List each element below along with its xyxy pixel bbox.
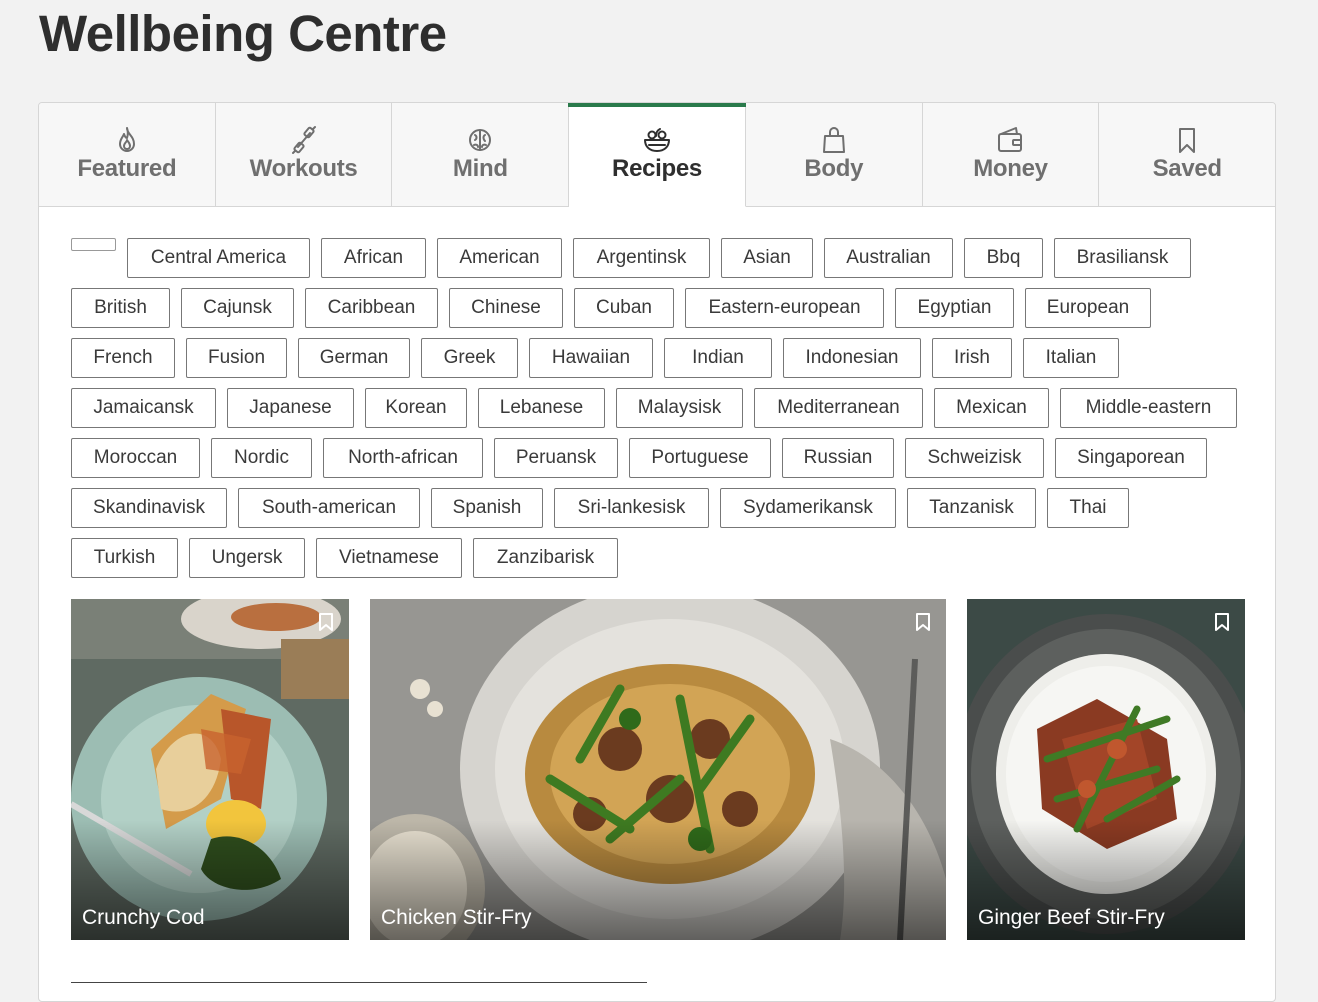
wellbeing-panel: Featured Workouts Mind Recipes Body Mone…	[38, 102, 1276, 1002]
cuisine-chip[interactable]: African	[321, 238, 426, 278]
chip-row: Moroccan Nordic North-african Peruansk P…	[71, 438, 1261, 478]
cuisine-chip[interactable]: Jamaicansk	[71, 388, 216, 428]
cuisine-chip[interactable]: Skandinavisk	[71, 488, 227, 528]
page-title: Wellbeing Centre	[39, 5, 447, 62]
tab-label: Workouts	[249, 155, 358, 182]
tab-label: Mind	[452, 155, 508, 182]
cuisine-filter-list: Central America African American Argenti…	[71, 238, 1261, 588]
tab-label: Body	[804, 155, 864, 182]
cuisine-chip[interactable]: Thai	[1047, 488, 1129, 528]
cuisine-chip[interactable]: Nordic	[211, 438, 312, 478]
brain-icon	[469, 129, 492, 151]
cuisine-chip[interactable]: Korean	[365, 388, 467, 428]
cuisine-chip[interactable]: Singaporean	[1055, 438, 1207, 478]
cuisine-chip[interactable]: Caribbean	[305, 288, 438, 328]
tab-money[interactable]: Money	[922, 103, 1100, 207]
cuisine-chip[interactable]: Portuguese	[629, 438, 771, 478]
shopping-bag-icon	[822, 127, 845, 153]
recipe-title: Chicken Stir-Fry	[381, 906, 532, 929]
bookmark-icon[interactable]	[1213, 612, 1231, 632]
recipe-card-crunchy-cod[interactable]: Crunchy Cod	[71, 599, 349, 940]
cuisine-chip[interactable]: Malaysisk	[616, 388, 743, 428]
cuisine-chip[interactable]: Middle-eastern	[1060, 388, 1237, 428]
cuisine-chip[interactable]: North-african	[323, 438, 483, 478]
cuisine-chip[interactable]: Peruansk	[494, 438, 618, 478]
section-divider	[71, 982, 647, 983]
tab-label: Saved	[1152, 155, 1223, 182]
recipe-title: Crunchy Cod	[82, 906, 205, 929]
cuisine-chip[interactable]: Fusion	[186, 338, 287, 378]
cuisine-chip[interactable]: Central America	[127, 238, 310, 278]
chip-row: Skandinavisk South-american Spanish Sri-…	[71, 488, 1261, 528]
cuisine-chip-blank[interactable]	[71, 238, 116, 251]
tab-recipes[interactable]: Recipes	[568, 103, 746, 207]
bookmark-icon[interactable]	[317, 612, 335, 632]
tab-bar: Featured Workouts Mind Recipes Body Mone…	[39, 103, 1275, 207]
tab-featured[interactable]: Featured	[39, 103, 216, 207]
cuisine-chip[interactable]: Lebanese	[478, 388, 605, 428]
cuisine-chip[interactable]: South-american	[238, 488, 420, 528]
cuisine-chip[interactable]: Argentinsk	[573, 238, 710, 278]
cuisine-chip[interactable]: Eastern-european	[685, 288, 884, 328]
tab-body[interactable]: Body	[745, 103, 923, 207]
bookmark-icon	[1179, 128, 1196, 153]
cuisine-chip[interactable]: Japanese	[227, 388, 354, 428]
tab-workouts[interactable]: Workouts	[215, 103, 393, 207]
tab-label: Money	[973, 155, 1048, 182]
cuisine-chip[interactable]: Indonesian	[783, 338, 921, 378]
cuisine-chip[interactable]: Egyptian	[895, 288, 1014, 328]
tab-label: Recipes	[612, 155, 702, 182]
cuisine-chip[interactable]: American	[437, 238, 562, 278]
tab-saved[interactable]: Saved	[1099, 103, 1275, 207]
cuisine-chip[interactable]: Irish	[932, 338, 1012, 378]
chip-row: British Cajunsk Caribbean Chinese Cuban …	[71, 288, 1261, 328]
cuisine-chip[interactable]: Cajunsk	[181, 288, 294, 328]
cuisine-chip[interactable]: Schweizisk	[905, 438, 1044, 478]
cuisine-chip[interactable]: Cuban	[574, 288, 674, 328]
recipe-card-list: Crunchy Cod Chicken Stir-Fry Ginger Beef…	[71, 599, 1247, 940]
cuisine-chip[interactable]: Chinese	[449, 288, 563, 328]
cuisine-chip[interactable]: Moroccan	[71, 438, 200, 478]
cuisine-chip[interactable]: Ungersk	[189, 538, 305, 578]
cuisine-chip[interactable]: Greek	[421, 338, 518, 378]
cuisine-chip[interactable]: Bbq	[964, 238, 1043, 278]
recipe-card-ginger-beef-stir-fry[interactable]: Ginger Beef Stir-Fry	[967, 599, 1245, 940]
cuisine-chip[interactable]: Zanzibarisk	[473, 538, 618, 578]
cuisine-chip[interactable]: Indian	[664, 338, 772, 378]
chip-row: French Fusion German Greek Hawaiian Indi…	[71, 338, 1261, 378]
recipe-title: Ginger Beef Stir-Fry	[978, 906, 1165, 929]
recipe-card-chicken-stir-fry[interactable]: Chicken Stir-Fry	[370, 599, 946, 940]
cuisine-chip[interactable]: Vietnamese	[316, 538, 462, 578]
cuisine-chip[interactable]: Italian	[1023, 338, 1119, 378]
cuisine-chip[interactable]: Australian	[824, 238, 953, 278]
cuisine-chip[interactable]: Turkish	[71, 538, 178, 578]
cuisine-chip[interactable]: Asian	[721, 238, 813, 278]
cuisine-chip[interactable]: European	[1025, 288, 1151, 328]
cuisine-chip[interactable]: Sydamerikansk	[720, 488, 896, 528]
cuisine-chip[interactable]: Sri-lankesisk	[554, 488, 709, 528]
cuisine-chip[interactable]: Brasiliansk	[1054, 238, 1191, 278]
chip-row: Turkish Ungersk Vietnamese Zanzibarisk	[71, 538, 1261, 578]
chip-row: Central America African American Argenti…	[71, 238, 1261, 278]
bookmark-icon[interactable]	[914, 612, 932, 632]
chip-row: Jamaicansk Japanese Korean Lebanese Mala…	[71, 388, 1261, 428]
cuisine-chip[interactable]: German	[298, 338, 410, 378]
tab-label: Featured	[77, 155, 177, 182]
cuisine-chip[interactable]: Mediterranean	[754, 388, 923, 428]
cuisine-chip[interactable]: Mexican	[934, 388, 1049, 428]
cuisine-chip[interactable]: French	[71, 338, 175, 378]
dumbbell-icon	[291, 126, 316, 154]
flame-icon	[118, 127, 135, 152]
cuisine-chip[interactable]: British	[71, 288, 170, 328]
wallet-icon	[998, 127, 1023, 152]
cuisine-chip[interactable]: Russian	[782, 438, 894, 478]
cuisine-chip[interactable]: Hawaiian	[529, 338, 653, 378]
tab-mind[interactable]: Mind	[392, 103, 570, 207]
cuisine-chip[interactable]: Tanzanisk	[907, 488, 1036, 528]
salad-bowl-icon	[644, 128, 671, 152]
cuisine-chip[interactable]: Spanish	[431, 488, 543, 528]
